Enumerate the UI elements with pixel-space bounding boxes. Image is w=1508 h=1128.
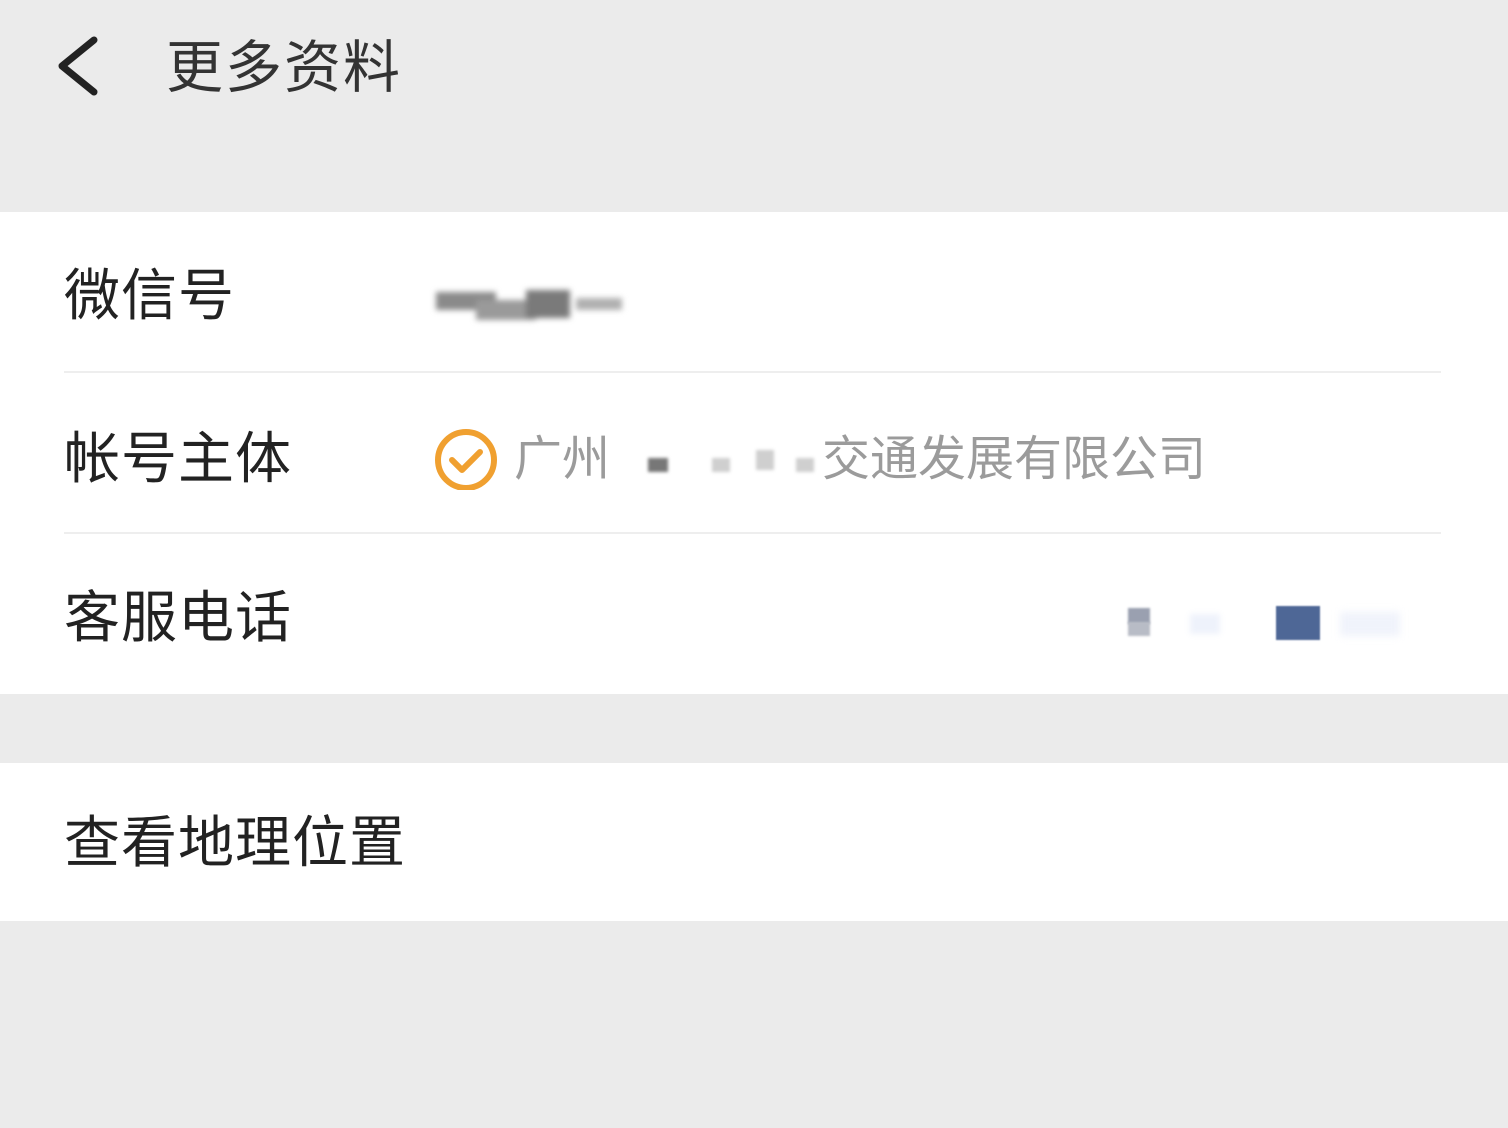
customer-phone-value-redacted[interactable]	[1090, 592, 1440, 652]
chevron-left-icon	[58, 36, 98, 96]
account-entity-prefix: 广州	[514, 431, 611, 487]
profile-info-card: 微信号 帐号主体 广州 交通发展有限公司 客服电话	[0, 212, 1508, 694]
location-card: 查看地理位置	[0, 763, 1508, 921]
wechat-id-value-redacted	[436, 286, 632, 326]
account-entity-row[interactable]: 帐号主体	[0, 373, 1508, 533]
redaction-block	[796, 458, 814, 472]
back-button[interactable]	[44, 22, 120, 112]
customer-phone-label: 客服电话	[64, 586, 292, 651]
wechat-id-row[interactable]: 微信号	[0, 212, 1508, 372]
redaction-block	[712, 458, 730, 472]
view-location-row[interactable]: 查看地理位置	[0, 763, 1508, 921]
account-entity-label: 帐号主体	[64, 427, 292, 492]
navigation-bar: 更多资料	[0, 0, 1508, 212]
page-title: 更多资料	[166, 35, 402, 101]
wechat-id-label: 微信号	[64, 264, 235, 329]
account-entity-suffix: 交通发展有限公司	[822, 431, 1207, 487]
redaction-block	[756, 450, 774, 470]
verified-check-icon	[435, 429, 497, 490]
redaction-block	[648, 458, 668, 472]
view-location-label: 查看地理位置	[64, 811, 406, 876]
